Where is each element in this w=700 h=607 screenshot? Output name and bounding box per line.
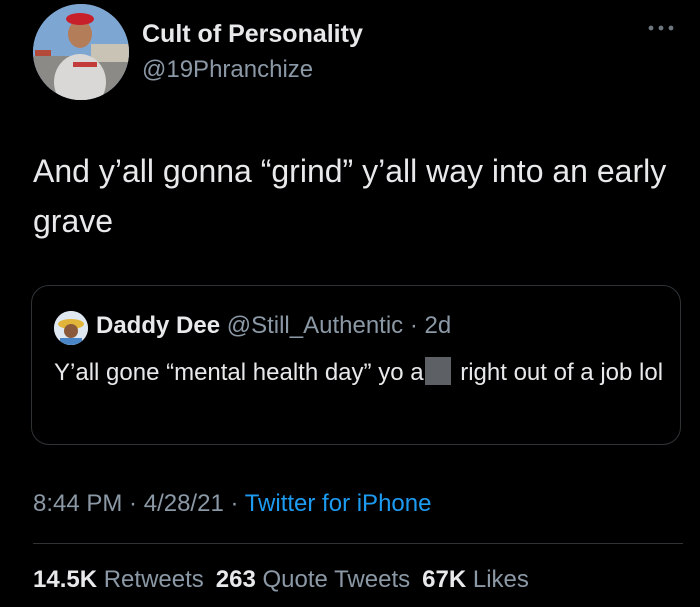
quoted-author-avatar[interactable] bbox=[54, 311, 88, 345]
tweet-stats: 14.5K Retweets 263 Quote Tweets 67K Likes bbox=[33, 566, 529, 594]
retweets-stat[interactable]: 14.5K Retweets bbox=[33, 566, 204, 593]
tweet-source-link[interactable]: Twitter for iPhone bbox=[245, 490, 432, 517]
likes-count: 67K bbox=[422, 566, 467, 593]
tweet-card: Cult of Personality @19Phranchize And y’… bbox=[0, 0, 700, 607]
author-handle[interactable]: @19Phranchize bbox=[142, 56, 313, 84]
quoted-tweet-text: Y’all gone “mental health day” yo a righ… bbox=[54, 356, 664, 390]
tweet-meta: 8:44 PM · 4/28/21 · Twitter for iPhone bbox=[33, 490, 431, 518]
quote-tweets-stat[interactable]: 263 Quote Tweets bbox=[216, 566, 410, 593]
author-display-name[interactable]: Cult of Personality bbox=[142, 20, 363, 49]
more-options-icon[interactable] bbox=[646, 20, 676, 36]
author-avatar[interactable] bbox=[33, 4, 129, 100]
tweet-time[interactable]: 8:44 PM bbox=[33, 490, 122, 517]
quoted-timestamp[interactable]: 2d bbox=[425, 312, 452, 339]
quoted-separator: · bbox=[403, 312, 425, 339]
censor-block bbox=[424, 357, 451, 385]
meta-separator-2: · bbox=[223, 490, 245, 517]
divider bbox=[33, 543, 683, 544]
cartoon-avatar-icon bbox=[54, 311, 88, 345]
quoted-text-part-1: Y’all gone “mental health day” yo a bbox=[54, 359, 424, 386]
tweet-date[interactable]: 4/28/21 bbox=[144, 490, 224, 517]
quoted-text-part-2: right out of a job lol bbox=[453, 359, 664, 386]
quote-tweets-count: 263 bbox=[215, 566, 256, 593]
quoted-tweet-header: Daddy Dee @Still_Authentic · 2d bbox=[96, 312, 451, 340]
quoted-author-name[interactable]: Daddy Dee bbox=[96, 312, 220, 339]
likes-stat[interactable]: 67K Likes bbox=[422, 566, 529, 593]
meta-separator: · bbox=[122, 490, 144, 517]
quoted-tweet[interactable]: Daddy Dee @Still_Authentic · 2d Y’all go… bbox=[31, 285, 681, 445]
retweets-label: Retweets bbox=[103, 566, 204, 593]
profile-photo-avatar-icon bbox=[33, 4, 129, 100]
retweets-count: 14.5K bbox=[33, 566, 98, 593]
tweet-text: And y’all gonna “grind” y’all way into a… bbox=[33, 153, 667, 239]
quoted-author-handle[interactable]: @Still_Authentic bbox=[227, 312, 403, 339]
quote-tweets-label: Quote Tweets bbox=[262, 566, 411, 593]
likes-label: Likes bbox=[472, 566, 529, 593]
